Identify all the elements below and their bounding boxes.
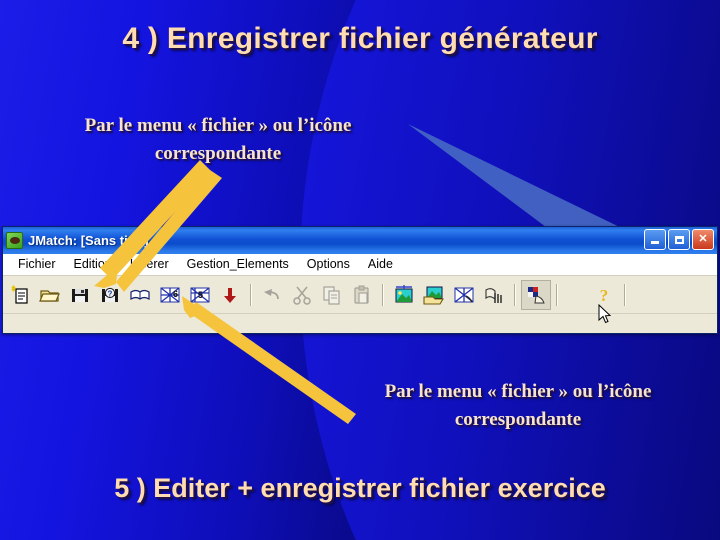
page-subtitle: 5 ) Editer + enregistrer fichier exercic… [114,473,606,503]
mouse-cursor [598,304,612,324]
cut-icon[interactable] [287,280,317,310]
menu-item-fichier[interactable]: Fichier [9,256,65,273]
maximize-icon [674,235,684,244]
menu-item-edition[interactable]: Edition [65,256,121,273]
maximize-button[interactable] [668,229,690,250]
svg-text:6: 6 [173,289,178,299]
toolbar-separator [382,283,384,306]
menu-item-inserer[interactable]: Insérer [121,256,178,273]
window-titlebar[interactable]: JMatch: [Sans titre] ✕ [3,227,717,254]
save-icon[interactable] [65,280,95,310]
paste-icon[interactable] [347,280,377,310]
jmatch-app-icon [6,232,23,249]
menu-item-options[interactable]: Options [298,256,359,273]
caption-bottom: Par le menu « fichier » ou l’icône corre… [384,381,652,431]
open-folder-icon[interactable] [35,280,65,310]
undo-icon[interactable] [257,280,287,310]
svg-text:?: ? [600,286,609,305]
slide-canvas: 4 ) Enregistrer fichier générateur Par l… [0,0,720,540]
minimize-button[interactable] [644,229,666,250]
close-icon: ✕ [698,233,708,245]
configure-output-icon[interactable] [521,279,551,310]
svg-text:?: ? [108,289,113,298]
export-down-arrow-icon[interactable] [215,280,245,310]
media-sound-icon[interactable] [479,280,509,310]
menu-item-aide[interactable]: Aide [359,256,402,273]
window-title: JMatch: [Sans titre] [28,233,149,248]
page-title: 4 ) Enregistrer fichier générateur [122,22,598,55]
window-controls: ✕ [644,229,714,250]
minimize-icon [651,241,659,244]
toolbar-separator [514,283,516,306]
image-open-icon[interactable] [419,280,449,310]
close-button[interactable]: ✕ [692,229,714,250]
book-icon[interactable] [125,280,155,310]
decorative-wedge [408,124,638,236]
grid-elements-icon[interactable]: 6 [155,280,185,310]
save-as-icon[interactable]: ? [95,280,125,310]
new-document-icon[interactable] [5,280,35,310]
media-link-icon[interactable] [449,280,479,310]
caption-top: Par le menu « fichier » ou l’icône corre… [84,115,352,165]
svg-text:5: 5 [198,290,203,300]
image-insert-icon[interactable] [389,280,419,310]
menu-item-gestion-elements[interactable]: Gestion_Elements [178,256,298,273]
grid-elements-alt-icon[interactable]: 5 [185,280,215,310]
toolbar-separator [624,283,626,306]
toolbar-separator [556,283,558,306]
toolbar-separator [250,283,252,306]
copy-icon[interactable] [317,280,347,310]
menu-bar: Fichier Edition Insérer Gestion_Elements… [3,254,717,276]
